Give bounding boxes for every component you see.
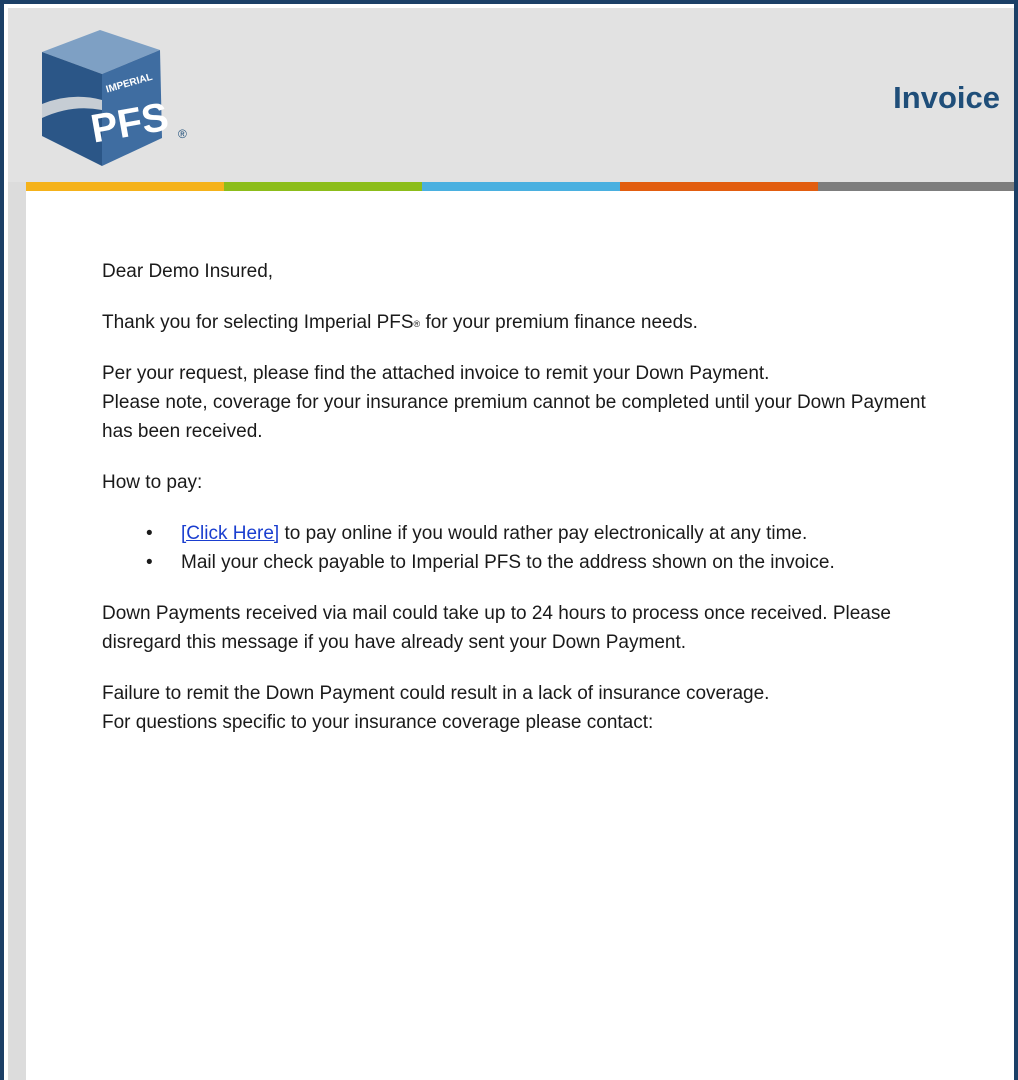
request-line: Per your request, please find the attach…	[102, 363, 770, 384]
greeting: Dear Demo Insured,	[102, 261, 274, 282]
pay-online-text: to pay online if you would rather pay el…	[279, 523, 808, 544]
coverage-note: Please note, coverage for your insurance…	[102, 392, 926, 442]
page-title: Invoice	[893, 80, 1000, 115]
imperial-pfs-logo: IMPERIAL PFS ®	[42, 30, 187, 166]
brand-color-stripe	[26, 182, 1014, 191]
registered-mark: ®	[413, 319, 421, 329]
payment-options-list: • [Click Here] to pay online if you woul…	[102, 519, 950, 577]
list-item: • Mail your check payable to Imperial PF…	[146, 548, 950, 577]
thanks-text-after: for your premium finance needs.	[420, 312, 698, 333]
stripe-segment	[818, 182, 1014, 191]
contact-prompt: For questions specific to your insurance…	[102, 712, 654, 733]
mail-processing-note: Down Payments received via mail could ta…	[102, 603, 891, 653]
stripe-segment	[422, 182, 620, 191]
how-to-pay-heading: How to pay:	[102, 472, 203, 493]
bullet-icon: •	[146, 552, 153, 573]
email-body: Dear Demo Insured, Thank you for selecti…	[26, 191, 1012, 1080]
thanks-text-before: Thank you for selecting Imperial PFS	[102, 312, 414, 333]
failure-warning: Failure to remit the Down Payment could …	[102, 683, 770, 704]
email-header: IMPERIAL PFS ® Invoice	[8, 8, 1014, 182]
bullet-icon: •	[146, 523, 153, 544]
logo-registered-mark: ®	[178, 127, 187, 141]
stripe-segment	[620, 182, 818, 191]
pay-online-link[interactable]: [Click Here]	[181, 523, 279, 544]
thank-you-line: Thank you for selecting Imperial PFS® fo…	[102, 308, 950, 337]
email-message: Dear Demo Insured, Thank you for selecti…	[102, 257, 950, 759]
stripe-segment	[26, 182, 224, 191]
email-frame: IMPERIAL PFS ® Invoice Dear Demo Insured…	[0, 0, 1018, 1080]
mail-check-text: Mail your check payable to Imperial PFS …	[181, 552, 835, 573]
stripe-segment	[224, 182, 422, 191]
list-item: • [Click Here] to pay online if you woul…	[146, 519, 950, 548]
